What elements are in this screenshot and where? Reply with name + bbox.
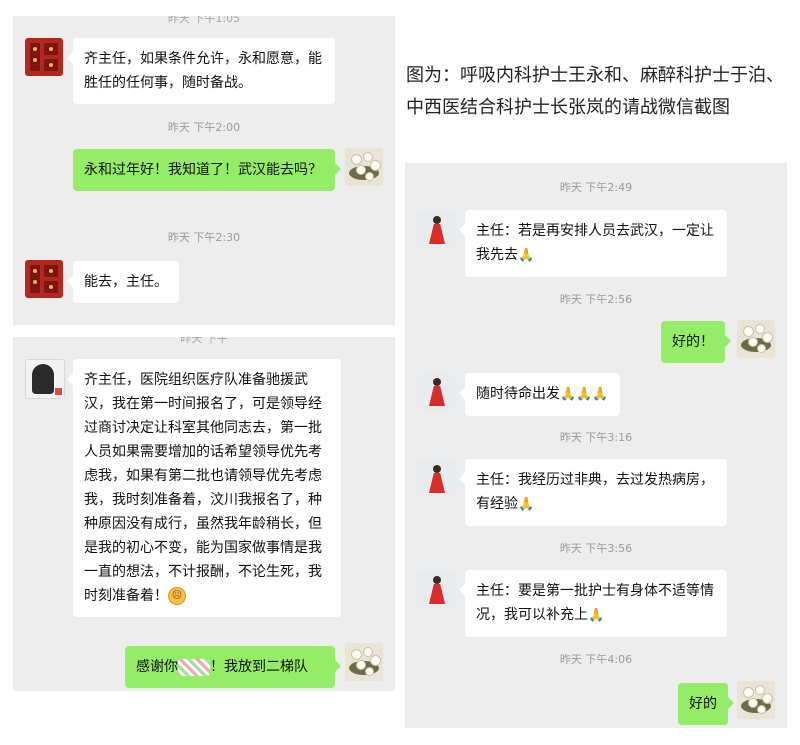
timestamp: 昨天 下午1:05 xyxy=(167,16,241,25)
message-text: ！我放到二梯队 xyxy=(210,659,308,675)
message-bubble[interactable]: 主任：要是第一批护士有身体不适等情况，我可以补充上🙏 xyxy=(459,570,727,637)
message-text: 随时待命出发 xyxy=(476,386,560,402)
message-bubble[interactable]: 主任：我经历过非典，去过发热病房，有经验🙏 xyxy=(459,459,727,526)
avatar[interactable] xyxy=(345,148,383,186)
message-bubble[interactable]: 能去，主任。 xyxy=(67,261,179,303)
avatar[interactable] xyxy=(25,260,63,298)
avatar[interactable] xyxy=(25,38,63,76)
chat-screenshot-3: 昨天 下午2:49 主任：若是再安排人员去武汉，一定让我先去🙏 昨天 下午2:5… xyxy=(405,163,787,728)
timestamp: 昨天 下午2:49 xyxy=(559,181,633,194)
avatar[interactable] xyxy=(737,681,775,719)
avatar[interactable] xyxy=(417,460,455,498)
pray-hands-emoji: 🙏 xyxy=(518,248,535,263)
message-text: 主任：我经历过非典，去过发热病房，有经验 xyxy=(476,472,714,512)
message-bubble-sent[interactable]: 好的 xyxy=(678,683,734,725)
chat-screenshot-2: 昨天 下午 齐主任，医院组织医疗队准备驰援武汉，我在第一时间报名了，可是领导经过… xyxy=(13,337,395,691)
avatar[interactable] xyxy=(417,571,455,609)
timestamp: 昨天 下午 xyxy=(180,337,228,345)
timestamp: 昨天 下午2:00 xyxy=(167,121,241,134)
message-text: 主任：若是再安排人员去武汉，一定让我先去 xyxy=(476,223,714,263)
message-bubble-sent[interactable]: 永和过年好！我知道了！武汉能去吗？ xyxy=(73,149,341,191)
timestamp: 昨天 下午2:30 xyxy=(167,231,241,244)
message-bubble[interactable]: 齐主任，如果条件允许，永和愿意，能胜任的任何事，随时备战。 xyxy=(67,38,335,104)
timestamp: 昨天 下午4:06 xyxy=(559,653,633,666)
message-bubble[interactable]: 随时待命出发🙏🙏🙏 xyxy=(459,373,620,416)
pray-hands-emoji: 🙏🙏🙏 xyxy=(560,387,609,402)
timestamp: 昨天 下午2:56 xyxy=(559,293,633,306)
pray-hands-emoji: 🙏 xyxy=(588,608,605,623)
timestamp: 昨天 下午3:16 xyxy=(559,431,633,444)
mosaic-redaction xyxy=(178,658,210,676)
smiley-emoji: ☹ xyxy=(168,587,186,605)
avatar[interactable] xyxy=(345,643,383,681)
message-bubble[interactable]: 主任：若是再安排人员去武汉，一定让我先去🙏 xyxy=(459,210,727,277)
chat-screenshot-1: 昨天 下午1:05 齐主任，如果条件允许，永和愿意，能胜任的任何事，随时备战。 … xyxy=(13,16,395,325)
avatar[interactable] xyxy=(25,359,65,399)
avatar[interactable] xyxy=(417,373,455,411)
message-bubble-sent[interactable]: 好的！ xyxy=(661,321,731,363)
pray-hands-emoji: 🙏 xyxy=(518,497,535,512)
avatar[interactable] xyxy=(737,320,775,358)
message-bubble[interactable]: 齐主任，医院组织医疗队准备驰援武汉，我在第一时间报名了，可是领导经过商讨决定让科… xyxy=(67,359,341,617)
message-text: 齐主任，医院组织医疗队准备驰援武汉，我在第一时间报名了，可是领导经过商讨决定让科… xyxy=(84,372,322,604)
avatar[interactable] xyxy=(417,211,455,249)
message-text: 感谢你 xyxy=(136,659,178,675)
message-bubble-sent[interactable]: 感谢你 ！我放到二梯队 xyxy=(125,646,341,688)
timestamp: 昨天 下午3:56 xyxy=(559,542,633,555)
caption-text: 图为：呼吸内科护士王永和、麻醉科护士于泊、中西医结合科护士长张岚的请战微信截图 xyxy=(406,65,784,118)
